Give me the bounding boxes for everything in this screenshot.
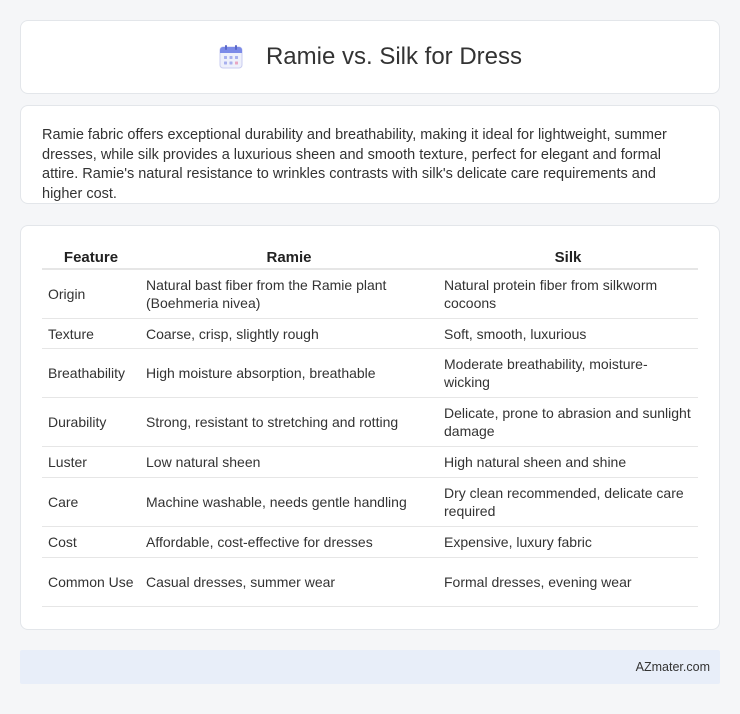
summary-text: Ramie fabric offers exceptional durabili…	[42, 127, 667, 202]
ramie-cell: Casual dresses, summer wear	[140, 558, 438, 607]
feature-cell: Texture	[42, 319, 140, 349]
ramie-cell: Natural bast fiber from the Ramie plant …	[140, 270, 438, 319]
table-row: Care Machine washable, needs gentle hand…	[42, 478, 698, 527]
table-row: Cost Affordable, cost-effective for dres…	[42, 527, 698, 558]
comparison-card: Feature Ramie Silk Origin Natural bast f…	[20, 225, 720, 630]
header-ramie: Ramie	[140, 246, 438, 270]
page-title: Ramie vs. Silk for Dress	[265, 43, 523, 70]
ramie-cell: High moisture absorption, breathable	[140, 349, 438, 398]
silk-cell: Delicate, prone to abrasion and sunlight…	[438, 398, 698, 447]
feature-cell: Care	[42, 478, 140, 527]
ramie-cell: Coarse, crisp, slightly rough	[140, 319, 438, 349]
silk-cell: Dry clean recommended, delicate care req…	[438, 478, 698, 527]
table-row: Luster Low natural sheen High natural sh…	[42, 447, 698, 478]
header-feature: Feature	[42, 246, 140, 270]
table-row: Breathability High moisture absorption, …	[42, 349, 698, 398]
silk-cell: Soft, smooth, luxurious	[438, 319, 698, 349]
feature-cell: Luster	[42, 447, 140, 478]
footer-brand[interactable]: AZmater.com	[636, 660, 710, 674]
feature-cell: Durability	[42, 398, 140, 447]
table-row: Origin Natural bast fiber from the Ramie…	[42, 270, 698, 319]
silk-cell: Natural protein fiber from silkworm coco…	[438, 270, 698, 319]
header-silk: Silk	[438, 246, 698, 270]
feature-cell: Origin	[42, 270, 140, 319]
silk-cell: High natural sheen and shine	[438, 447, 698, 478]
table-header-row: Feature Ramie Silk	[42, 246, 698, 270]
silk-cell: Moderate breathability, moisture-wicking	[438, 349, 698, 398]
table-row: Texture Coarse, crisp, slightly rough So…	[42, 319, 698, 349]
ramie-cell: Strong, resistant to stretching and rott…	[140, 398, 438, 447]
silk-cell: Formal dresses, evening wear	[438, 558, 698, 607]
comparison-table: Feature Ramie Silk Origin Natural bast f…	[42, 246, 698, 607]
table-row: Durability Strong, resistant to stretchi…	[42, 398, 698, 447]
title-card: Ramie vs. Silk for Dress	[20, 20, 720, 94]
footer-bar: AZmater.com	[20, 650, 720, 684]
table-row: Common Use Casual dresses, summer wear F…	[42, 558, 698, 607]
feature-cell: Common Use	[42, 558, 140, 607]
ramie-cell: Low natural sheen	[140, 447, 438, 478]
ramie-cell: Affordable, cost-effective for dresses	[140, 527, 438, 558]
feature-cell: Breathability	[42, 349, 140, 398]
ramie-cell: Machine washable, needs gentle handling	[140, 478, 438, 527]
silk-cell: Expensive, luxury fabric	[438, 527, 698, 558]
feature-cell: Cost	[42, 527, 140, 558]
calendar-icon	[219, 45, 243, 69]
summary-card: Ramie fabric offers exceptional durabili…	[20, 105, 720, 204]
